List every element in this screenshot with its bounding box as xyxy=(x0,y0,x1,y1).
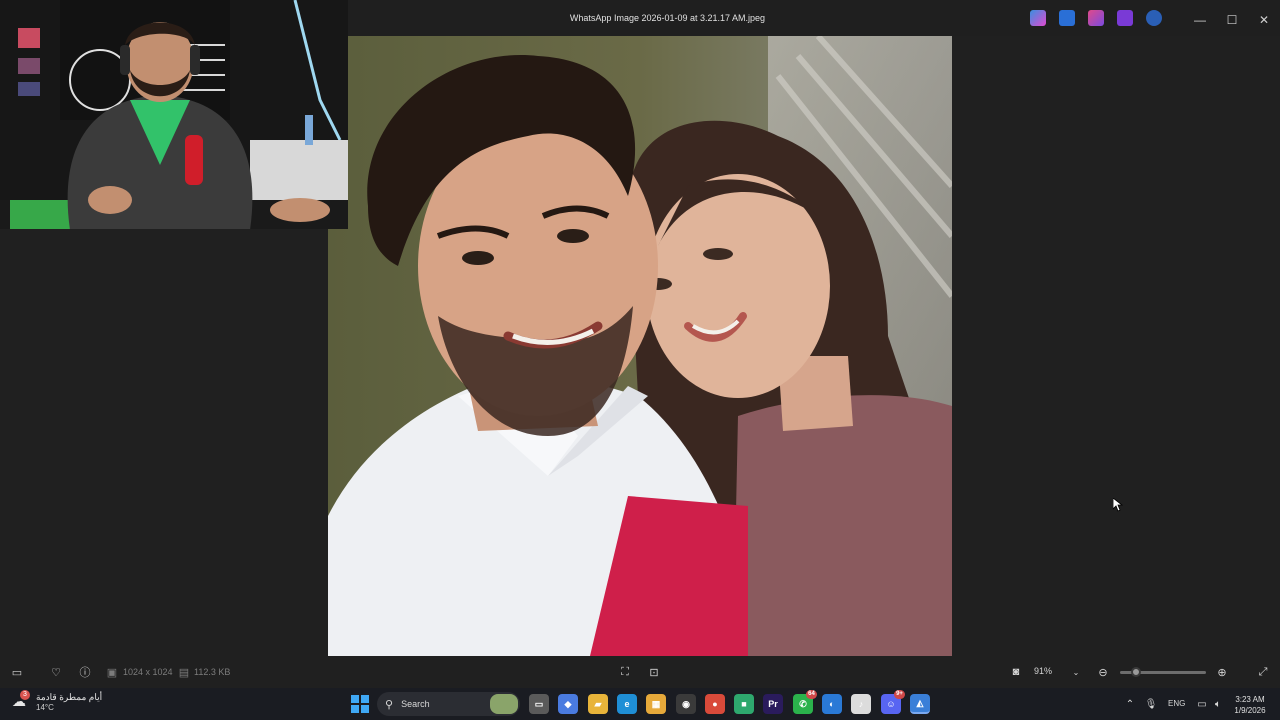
fit-to-window-icon[interactable]: ⛶ xyxy=(617,665,633,679)
weather-temperature: 14°C xyxy=(36,703,54,712)
taskbar-app-chrome-icon[interactable]: ● xyxy=(705,694,725,714)
taskbar-app-glyph: ◐ xyxy=(829,699,835,709)
volume-icon[interactable]: 🔈︎ xyxy=(1210,696,1226,712)
clock-date: 1/9/2026 xyxy=(1234,706,1266,715)
taskbar-app-itunes-icon[interactable]: ♪ xyxy=(851,694,871,714)
minimize-button[interactable]: — xyxy=(1188,10,1212,30)
title-bar: WhatsApp Image 2026-01-09 at 3.21.17 AM.… xyxy=(348,0,1280,36)
screenshot-icon[interactable]: ◙ xyxy=(1008,665,1024,679)
taskbar-search[interactable]: ⚲ Search xyxy=(377,692,520,716)
taskbar-app-file-explorer-icon[interactable]: ▰ xyxy=(588,694,608,714)
image-dimensions: 1024 x 1024 xyxy=(123,667,173,677)
search-placeholder: Search xyxy=(401,699,430,709)
zoom-dropdown-chevron-icon[interactable]: ⌄ xyxy=(1068,665,1084,679)
taskbar-app-glyph: ■ xyxy=(741,699,747,709)
weather-badge: 3 xyxy=(20,690,30,700)
maximize-button[interactable]: ☐ xyxy=(1220,10,1244,30)
show-hidden-icons-chevron-icon[interactable]: ⌃ xyxy=(1122,696,1138,712)
start-button[interactable] xyxy=(351,695,369,713)
network-icon[interactable]: ▭ xyxy=(1194,696,1210,712)
zoom-level-value[interactable]: 91% xyxy=(1034,666,1052,676)
taskbar-app-copilot-icon[interactable]: ◆ xyxy=(558,694,578,714)
windows-taskbar: ☁ 3 أيام ممطرة قادمة 14°C ⚲ Search ▭ ◆ ▰ e ▦ ◉… xyxy=(0,688,1280,720)
filmstrip-toggle-icon[interactable]: ▭ xyxy=(9,665,25,679)
file-size-icon: ▤ xyxy=(178,666,190,679)
streamer-webcam-feed xyxy=(0,0,348,229)
couple-selfie-image xyxy=(328,36,952,656)
taskbar-app-whatsapp-icon[interactable]: ✆ 64 xyxy=(793,690,817,714)
rain-cloud-icon: ☁ 3 xyxy=(12,690,30,711)
window-title: WhatsApp Image 2026-01-09 at 3.21.17 AM.… xyxy=(569,13,766,23)
taskbar-app-glyph: Pr xyxy=(768,699,778,709)
system-clock[interactable]: 3:23 AM 1/9/2026 xyxy=(1228,694,1272,716)
taskbar-app-alien-app-icon[interactable]: ◉ xyxy=(676,694,696,714)
viewer-bottom-bar: ▭ ♡ ⓘ ▣ 1024 x 1024 ▤ 112.3 KB ⛶ ⊡ ◙ 91%… xyxy=(0,656,1280,688)
taskbar-app-glyph: ● xyxy=(712,699,718,709)
search-icon: ⚲ xyxy=(385,698,394,711)
taskbar-app-premiere-icon[interactable]: Pr xyxy=(763,694,783,714)
zoom-slider-thumb[interactable] xyxy=(1131,667,1141,677)
taskbar-app-glyph: ☺ xyxy=(886,699,896,709)
taskbar-app-glyph: e xyxy=(624,699,630,709)
taskbar-app-app-green-icon[interactable]: ■ xyxy=(734,694,754,714)
designer-icon[interactable] xyxy=(1088,10,1104,26)
taskbar-app-glyph: ♪ xyxy=(858,699,864,709)
actual-size-icon[interactable]: ⊡ xyxy=(646,665,662,679)
weather-forecast-text: أيام ممطرة قادمة xyxy=(36,692,103,702)
fullscreen-icon[interactable]: ⤢ xyxy=(1255,665,1271,679)
photos-app-window: WhatsApp Image 2026-01-09 at 3.21.17 AM.… xyxy=(0,0,1280,688)
taskbar-app-glyph: ◭ xyxy=(916,697,924,708)
mouse-cursor-icon xyxy=(1113,498,1123,512)
webcam-overlay xyxy=(0,0,348,229)
taskbar-app-glyph: ▰ xyxy=(594,698,602,709)
displayed-photo[interactable] xyxy=(328,36,952,656)
taskbar-app-photos-icon[interactable]: ◭ xyxy=(910,694,930,714)
clipchamp-icon[interactable] xyxy=(1117,10,1133,26)
notification-count-badge: 64 xyxy=(806,690,817,699)
input-language[interactable]: ENG xyxy=(1168,699,1185,708)
dimensions-icon: ▣ xyxy=(106,666,118,679)
search-highlight-image xyxy=(490,694,518,714)
clock-time: 3:23 AM xyxy=(1235,695,1265,704)
taskbar-app-edge-icon[interactable]: e xyxy=(617,694,637,714)
info-icon[interactable]: ⓘ xyxy=(77,665,93,679)
taskbar-app-glyph: ◉ xyxy=(682,698,690,709)
favorite-heart-icon[interactable]: ♡ xyxy=(48,665,64,679)
taskbar-app-discord-icon[interactable]: ☺ 9+ xyxy=(881,690,905,714)
taskbar-app-glyph: ✆ xyxy=(799,698,807,709)
taskbar-app-glyph: ▦ xyxy=(651,698,661,709)
zoom-slider[interactable] xyxy=(1120,667,1206,677)
weather-widget[interactable]: ☁ 3 أيام ممطرة قادمة 14°C xyxy=(12,690,103,712)
close-button[interactable]: ✕ xyxy=(1252,10,1276,30)
microphone-icon[interactable]: 🎙︎ xyxy=(1143,696,1159,712)
taskbar-app-glyph: ▭ xyxy=(534,698,544,709)
zoom-out-icon[interactable]: ⊖ xyxy=(1095,665,1111,679)
edit-image-icon[interactable] xyxy=(1059,10,1075,26)
taskbar-app-app-blue-globe-icon[interactable]: ◐ xyxy=(822,694,842,714)
onedrive-icon[interactable] xyxy=(1146,10,1162,26)
file-size: 112.3 KB xyxy=(194,667,231,677)
taskbar-app-store-icon[interactable]: ▦ xyxy=(646,694,666,714)
app-toolbar xyxy=(1030,10,1162,26)
copilot-icon[interactable] xyxy=(1030,10,1046,26)
taskbar-app-file-explorer-alt-icon[interactable]: ▭ xyxy=(529,694,549,714)
taskbar-app-glyph: ◆ xyxy=(564,698,572,709)
zoom-in-icon[interactable]: ⊕ xyxy=(1214,665,1230,679)
notification-count-badge: 9+ xyxy=(894,690,905,699)
